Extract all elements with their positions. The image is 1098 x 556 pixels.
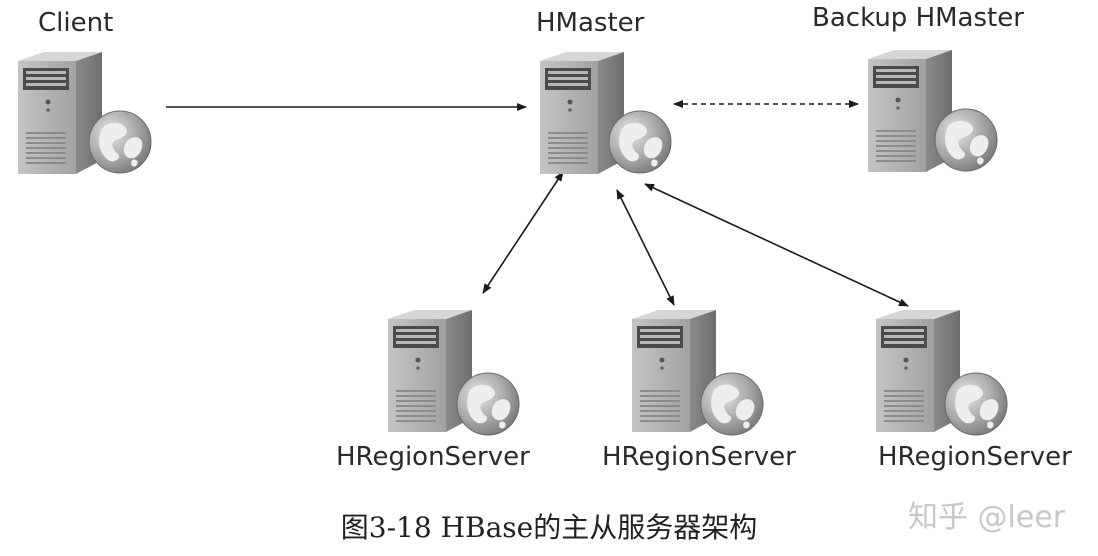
hmaster-region2-arrow	[616, 189, 675, 306]
hmaster-label: HMaster	[536, 8, 645, 38]
client-label: Client	[38, 8, 114, 38]
hregionserver-3	[876, 310, 1008, 436]
hregionserver-1	[388, 310, 520, 436]
client-server	[18, 52, 152, 174]
globe-icon	[88, 110, 152, 174]
backup-hmaster-server	[868, 50, 998, 172]
hmaster-region3-arrow	[644, 183, 909, 307]
hregionserver-label-1: HRegionServer	[336, 442, 530, 472]
globe-icon	[608, 110, 672, 174]
watermark: 知乎 @leer	[908, 500, 1066, 535]
architecture-diagram	[18, 50, 1008, 436]
server-tower-icon	[540, 52, 624, 174]
globe-icon	[700, 372, 764, 436]
hregionserver-2	[632, 310, 764, 436]
globe-icon	[934, 108, 998, 172]
globe-icon	[456, 372, 520, 436]
server-tower-icon	[18, 52, 102, 174]
hmaster-server	[540, 52, 672, 174]
globe-icon	[944, 372, 1008, 436]
hmaster-region1-arrow	[482, 171, 564, 294]
hregionserver-label-3: HRegionServer	[878, 442, 1072, 472]
backup-hmaster-label: Backup HMaster	[812, 3, 1024, 33]
hregionserver-label-2: HRegionServer	[602, 442, 796, 472]
